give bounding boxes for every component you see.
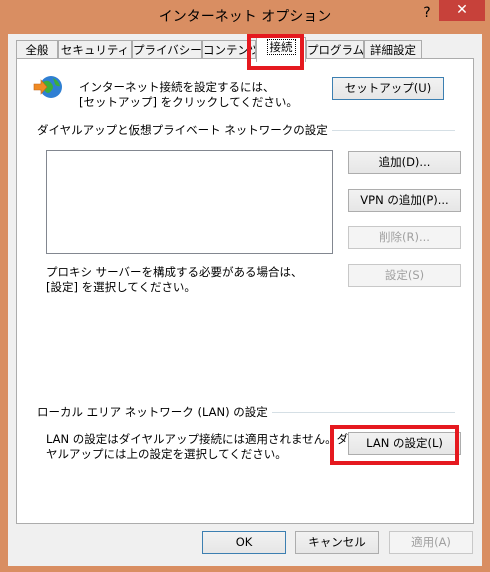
lan-group-label: ローカル エリア ネットワーク (LAN) の設定 (37, 404, 272, 420)
lan-text-line1: LAN の設定はダイヤルアップ接続には適用されません。ダイ (46, 432, 360, 446)
dialup-group-label: ダイヤルアップと仮想プライベート ネットワークの設定 (37, 122, 332, 138)
tab-privacy[interactable]: プライバシー (132, 40, 202, 60)
lan-settings-button[interactable]: LAN の設定(L) (348, 432, 461, 455)
ok-button[interactable]: OK (202, 531, 286, 554)
tab-content[interactable]: コンテンツ (202, 40, 256, 60)
globe-arrow-icon (33, 76, 62, 98)
connections-listbox[interactable] (46, 150, 333, 254)
dialog-client-area: 全般 セキュリティ プライバシー コンテンツ 接続 プログラム 詳細設定 インタ… (8, 34, 482, 566)
help-icon[interactable]: ? (416, 2, 438, 24)
dialup-settings-button[interactable]: 設定(S) (348, 264, 461, 287)
proxy-text-line1: プロキシ サーバーを構成する必要がある場合は、 (46, 265, 303, 279)
tab-advanced[interactable]: 詳細設定 (364, 40, 422, 60)
setup-button[interactable]: セットアップ(U) (332, 77, 444, 100)
title-bar: インターネット オプション ? ✕ (0, 0, 490, 34)
setup-text-line1: インターネット接続を設定するには、 (79, 80, 275, 94)
setup-text-line2: [セットアップ] をクリックしてください。 (79, 95, 298, 109)
add-vpn-button[interactable]: VPN の追加(P)... (348, 189, 461, 212)
connections-panel: インターネット接続を設定するには、 [セットアップ] をクリックしてください。 … (16, 58, 474, 524)
tab-security[interactable]: セキュリティ (58, 40, 132, 60)
tab-connections-label: 接続 (266, 39, 296, 55)
lan-text-line2: ヤルアップには上の設定を選択してください。 (46, 447, 287, 461)
add-connection-button[interactable]: 追加(D)... (348, 151, 461, 174)
tab-connections[interactable]: 接続 (256, 37, 306, 62)
cancel-button[interactable]: キャンセル (295, 531, 379, 554)
tab-programs[interactable]: プログラム (306, 40, 364, 60)
proxy-text-line2: [設定] を選択してください。 (46, 280, 196, 294)
close-icon[interactable]: ✕ (439, 0, 485, 21)
apply-button[interactable]: 適用(A) (389, 531, 473, 554)
tab-general[interactable]: 全般 (16, 40, 58, 60)
remove-connection-button[interactable]: 削除(R)... (348, 226, 461, 249)
